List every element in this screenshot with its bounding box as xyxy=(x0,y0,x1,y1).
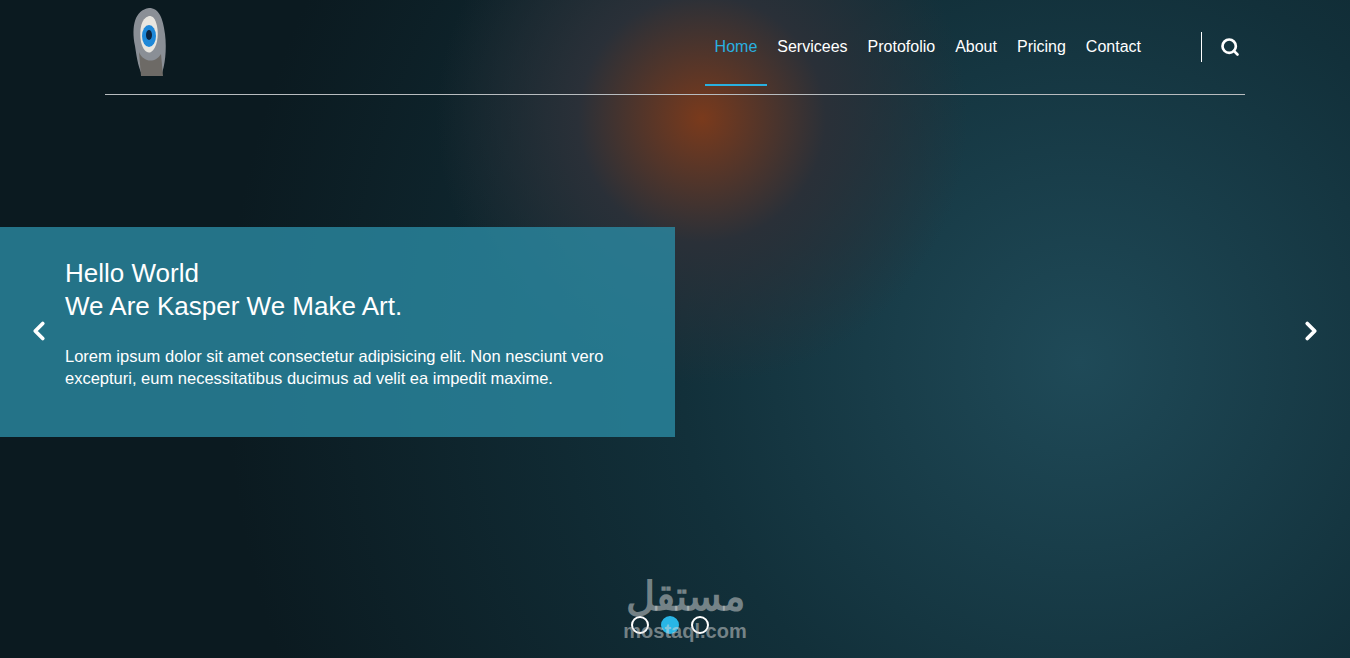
hero-slider: Hello WorldWe Are Kasper We Make Art. Lor… xyxy=(0,95,1350,658)
hero-text: Lorem ipsum dolor sit amet consectetur a… xyxy=(65,345,655,389)
nav-item[interactable]: Pricing xyxy=(1007,0,1076,94)
site-header: HomeServiceesProtofolioAboutPricingConta… xyxy=(105,0,1245,95)
main-nav: HomeServiceesProtofolioAboutPricingConta… xyxy=(705,0,1240,94)
active-underline xyxy=(705,84,768,86)
slider-dot[interactable] xyxy=(691,616,709,634)
slider-dot[interactable] xyxy=(661,616,679,634)
watermark: مستقلmostaql.com xyxy=(590,572,780,642)
landing-page: HomeServiceesProtofolioAboutPricingConta… xyxy=(0,0,1350,658)
prev-arrow[interactable] xyxy=(24,316,54,346)
slider-dots xyxy=(631,616,709,634)
chevron-right-icon xyxy=(1296,316,1326,346)
nav-divider xyxy=(1201,32,1202,62)
logo-icon[interactable] xyxy=(127,6,171,78)
nav-item[interactable]: About xyxy=(945,0,1007,94)
chevron-left-icon xyxy=(24,316,54,346)
nav-item[interactable]: Contact xyxy=(1076,0,1151,94)
next-arrow[interactable] xyxy=(1296,316,1326,346)
nav-item[interactable]: Servicees xyxy=(767,0,857,94)
hero-title: Hello WorldWe Are Kasper We Make Art. xyxy=(65,257,655,323)
nav-item[interactable]: Home xyxy=(705,0,768,94)
search-icon[interactable] xyxy=(1220,37,1240,57)
hero-caption: Hello WorldWe Are Kasper We Make Art. Lor… xyxy=(0,227,675,437)
nav-item[interactable]: Protofolio xyxy=(858,0,946,94)
slider-dot[interactable] xyxy=(631,616,649,634)
